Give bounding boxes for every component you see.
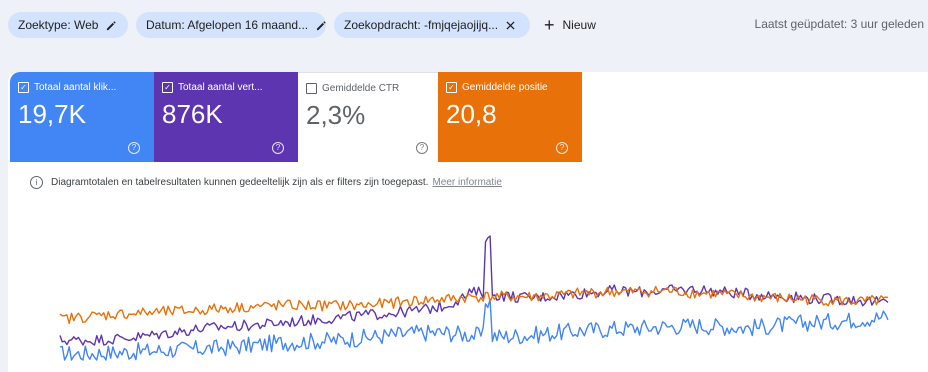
- new-filter-button[interactable]: + Nieuw: [544, 16, 596, 34]
- metric-value: 19,7K: [18, 99, 86, 129]
- metric-label: Totaal aantal klik...: [34, 82, 117, 93]
- new-filter-label: Nieuw: [562, 18, 596, 32]
- edit-pencil-icon[interactable]: [316, 20, 327, 31]
- search-type-filter-chip[interactable]: Zoektype: Web: [8, 12, 128, 38]
- metric-total-impressions[interactable]: ✓ Totaal aantal vert... 876K ?: [154, 72, 298, 162]
- query-filter-label: Zoekopdracht: -fmjqejaojijq...: [344, 18, 499, 32]
- checkbox-checked-icon[interactable]: ✓: [446, 82, 457, 93]
- metric-label: Gemiddelde CTR: [322, 83, 400, 94]
- metric-value: 20,8: [446, 99, 497, 129]
- info-icon: i: [30, 176, 43, 189]
- checkbox-checked-icon[interactable]: ✓: [162, 82, 173, 93]
- metric-average-ctr[interactable]: Gemiddelde CTR 2,3% ?: [298, 72, 442, 162]
- metric-total-clicks[interactable]: ✓ Totaal aantal klik... 19,7K ?: [10, 72, 154, 162]
- help-icon[interactable]: ?: [416, 142, 428, 154]
- last-updated-text: Laatst geüpdatet: 3 uur geleden: [754, 17, 924, 31]
- series-line-2: [59, 235, 889, 346]
- filter-info-notice: i Diagramtotalen en tabelresultaten kunn…: [30, 176, 502, 189]
- info-text: Diagramtotalen en tabelresultaten kunnen…: [51, 177, 429, 188]
- metric-value: 2,3%: [306, 100, 366, 130]
- checkbox-unchecked-icon[interactable]: [306, 83, 317, 94]
- learn-more-link[interactable]: Meer informatie: [432, 177, 501, 188]
- help-icon[interactable]: ?: [128, 142, 140, 154]
- date-filter-label: Datum: Afgelopen 16 maand...: [146, 18, 309, 32]
- plus-icon: +: [544, 15, 555, 35]
- checkbox-checked-icon[interactable]: ✓: [18, 82, 29, 93]
- series-line-3: [59, 285, 889, 325]
- metric-label: Gemiddelde positie: [462, 82, 548, 93]
- performance-chart: [59, 235, 889, 361]
- help-icon[interactable]: ?: [272, 142, 284, 154]
- metric-label: Totaal aantal vert...: [178, 82, 263, 93]
- close-icon[interactable]: [506, 20, 515, 30]
- search-type-filter-label: Zoektype: Web: [18, 18, 99, 32]
- query-filter-chip[interactable]: Zoekopdracht: -fmjqejaojijq...: [334, 12, 530, 38]
- help-icon[interactable]: ?: [556, 142, 568, 154]
- edit-pencil-icon[interactable]: [106, 20, 117, 31]
- metric-value: 876K: [162, 99, 223, 129]
- metric-average-position[interactable]: ✓ Gemiddelde positie 20,8 ?: [438, 72, 582, 162]
- date-filter-chip[interactable]: Datum: Afgelopen 16 maand...: [136, 12, 326, 38]
